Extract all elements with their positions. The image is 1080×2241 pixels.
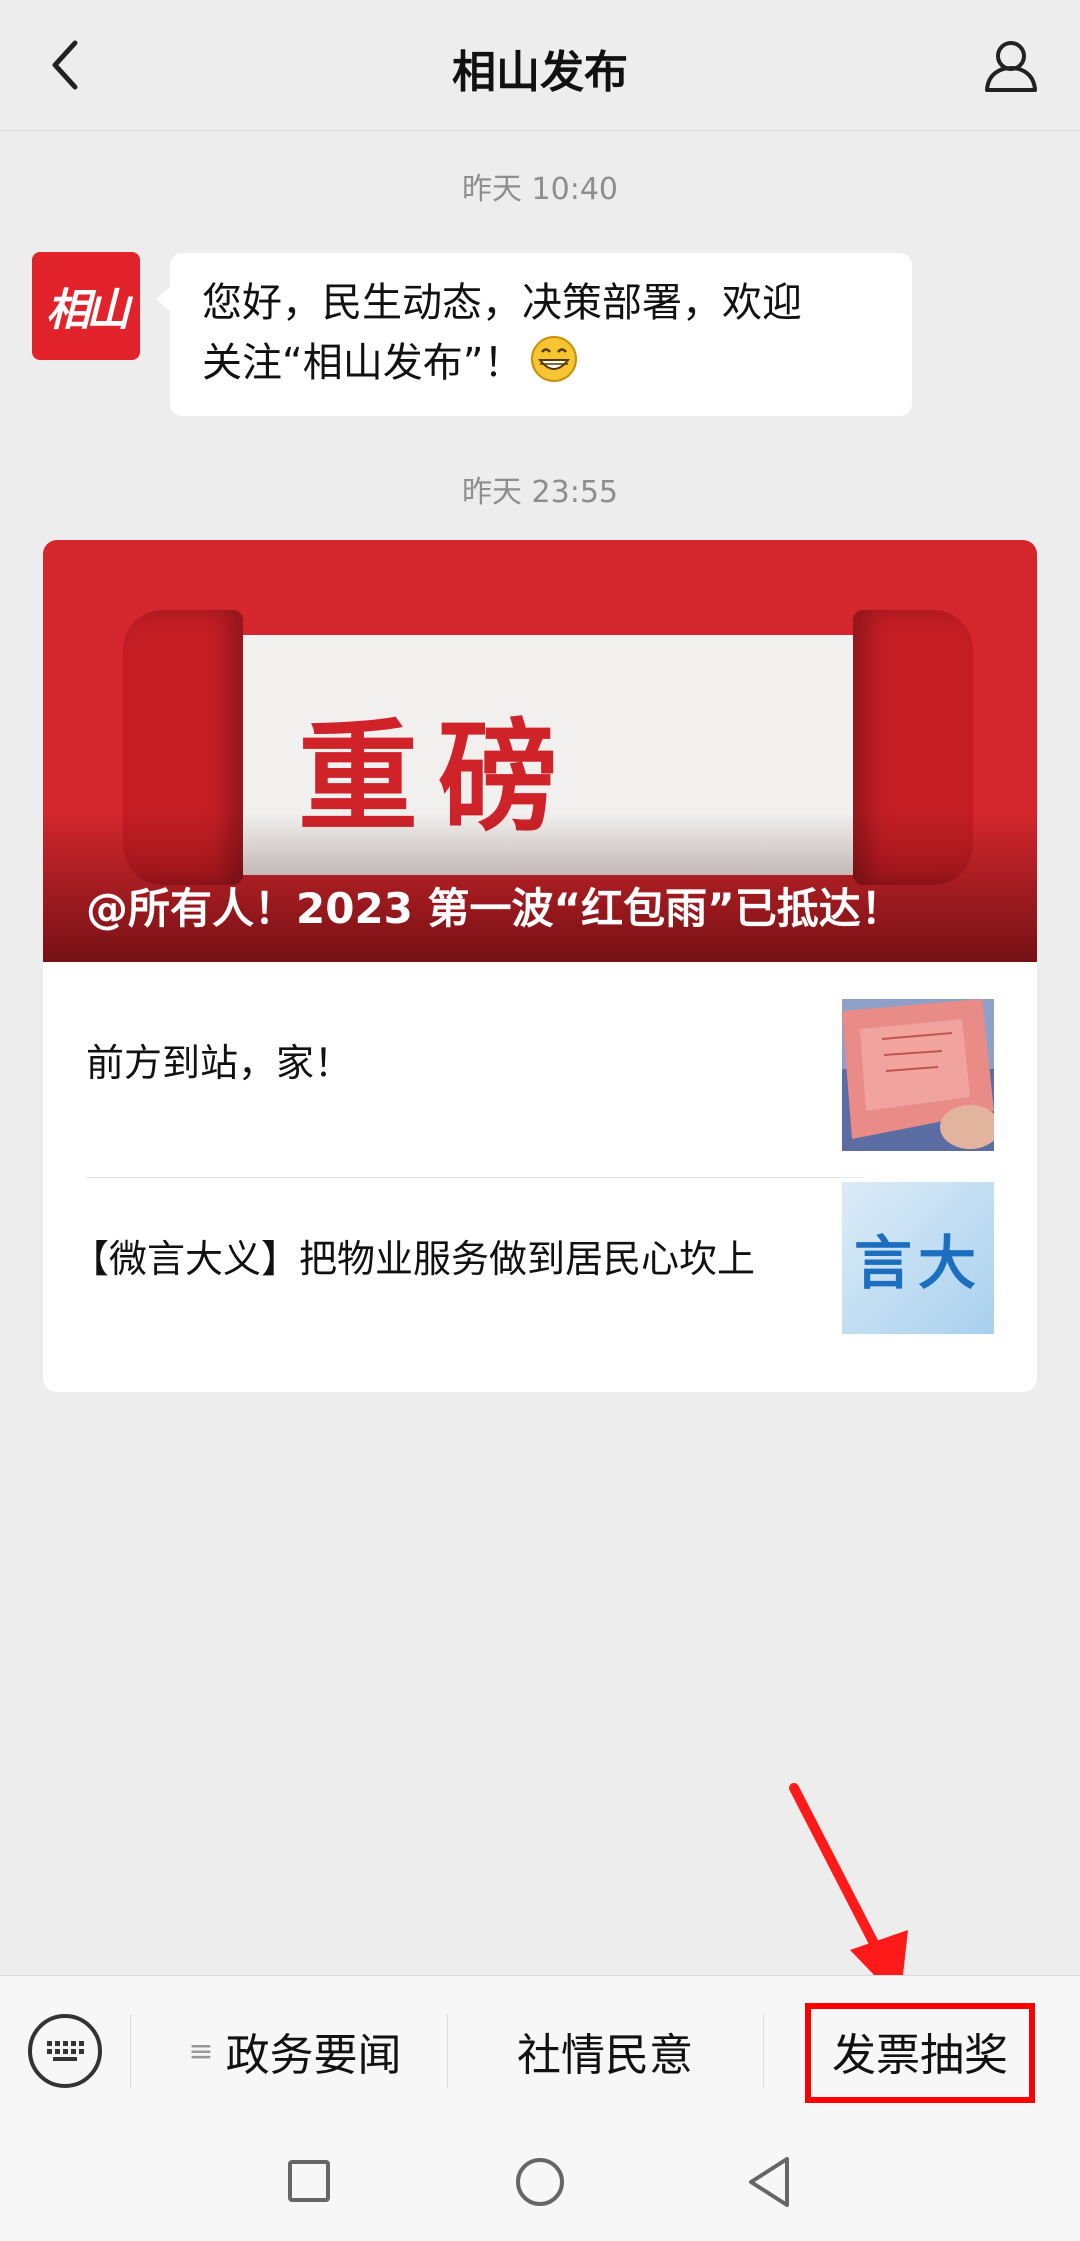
recent-apps-button[interactable] [288,2160,330,2202]
thumbnail-text: 言大 [853,1229,982,1297]
profile-button[interactable] [976,30,1046,100]
menu-item-label: 政务要闻 [225,2030,402,2081]
system-back-button[interactable] [745,2155,795,2209]
menu-item-label: 社情民意 [517,2030,693,2081]
chat-header: 相山发布 [0,0,1080,131]
person-icon [985,41,1037,92]
menu-item-news[interactable]: ≡ 政务要闻 [140,1976,450,2126]
menu-separator [763,2014,764,2088]
message-line-2: 关注“相山发布”！ [202,340,524,386]
headline-banner[interactable]: 重磅 @所有人！2023 第一波“红包雨”已抵达！ [43,540,1037,962]
keyboard-icon [47,2041,84,2061]
headline-title: @所有人！2023 第一波“红包雨”已抵达！ [86,884,903,933]
message-line-1: 您好，民生动态，决策部署，欢迎 [202,280,802,326]
account-avatar[interactable]: 相山 [32,252,140,360]
list-icon: ≡ [188,2033,214,2069]
grinning-emoji-icon [531,336,578,382]
id-card-photo-thumbnail [842,999,994,1151]
bottom-menu-bar: ≡ 政务要闻 社情民意 发票抽奖 [0,1975,1080,2126]
article-card: 重磅 @所有人！2023 第一波“红包雨”已抵达！ 前方到站，家！ 【微言大义】… [43,540,1037,1392]
system-nav-bar [0,2125,1080,2241]
menu-item-public-opinion[interactable]: 社情民意 [450,1976,760,2126]
home-button[interactable] [516,2158,564,2206]
page-title: 相山发布 [452,47,628,98]
menu-separator [447,2014,448,2088]
keyboard-toggle-button[interactable] [28,2014,102,2088]
message-line-2-wrapper: 关注“相山发布”！ [202,333,880,393]
avatar-logo-text: 相山 [46,285,130,336]
article-title: 前方到站，家！ [86,1041,353,1085]
article-title: 【微言大义】把物业服务做到居民心坎上 [71,1237,756,1281]
timestamp: 昨天 23:55 [462,475,618,510]
annotation-highlight-box [805,2003,1035,2103]
menu-separator [130,2014,131,2088]
timestamp: 昨天 10:40 [462,172,618,207]
article-list-item[interactable]: 【微言大义】把物业服务做到居民心坎上 言大 [43,1158,1037,1353]
article-list-item[interactable]: 前方到站，家！ [43,962,1037,1157]
weiyan-dayi-thumbnail: 言大 [842,1182,994,1334]
welcome-message-bubble[interactable]: 您好，民生动态，决策部署，欢迎 关注“相山发布”！ [156,253,912,416]
